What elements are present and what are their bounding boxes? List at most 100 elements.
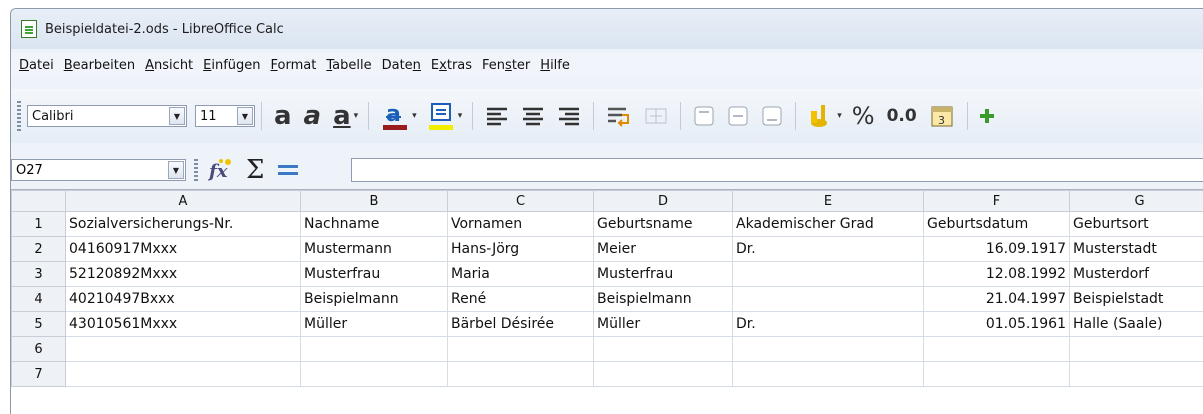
- cell-e6[interactable]: [733, 337, 924, 362]
- chevron-down-icon[interactable]: ▾: [458, 111, 463, 121]
- menu-item[interactable]: Fenster: [482, 58, 530, 73]
- font-name-box[interactable]: Calibri ▼: [27, 105, 187, 127]
- cell-a4[interactable]: 40210497Bxxx: [66, 287, 301, 312]
- cell-f3[interactable]: 12.08.1992: [924, 262, 1070, 287]
- wrap-text-icon[interactable]: [606, 105, 632, 127]
- cell-a7[interactable]: [66, 362, 301, 387]
- column-header-a[interactable]: A: [66, 191, 301, 212]
- add-decimal-icon[interactable]: [980, 105, 994, 127]
- cell-c7[interactable]: [448, 362, 594, 387]
- row-header[interactable]: 7: [12, 362, 66, 387]
- cell-b1[interactable]: Nachname: [301, 212, 448, 237]
- font-color-icon[interactable]: a: [381, 101, 409, 131]
- row-header[interactable]: 2: [12, 237, 66, 262]
- cell-d7[interactable]: [594, 362, 733, 387]
- cell-f5[interactable]: 01.05.1961: [924, 312, 1070, 337]
- column-header-b[interactable]: B: [301, 191, 448, 212]
- align-bottom-icon[interactable]: [761, 105, 783, 127]
- cell-g2[interactable]: Musterstadt: [1070, 237, 1203, 262]
- row-header[interactable]: 4: [12, 287, 66, 312]
- cell-b2[interactable]: Mustermann: [301, 237, 448, 262]
- menu-item[interactable]: Bearbeiten: [64, 58, 135, 73]
- cell-e2[interactable]: Dr.: [733, 237, 924, 262]
- chevron-down-icon[interactable]: ▼: [169, 107, 185, 125]
- align-left-icon[interactable]: [485, 105, 509, 127]
- cell-b7[interactable]: [301, 362, 448, 387]
- menu-item[interactable]: Hilfe: [540, 58, 570, 73]
- toolbar-grip[interactable]: [17, 101, 21, 131]
- cell-c2[interactable]: Hans-Jörg: [448, 237, 594, 262]
- row-header[interactable]: 5: [12, 312, 66, 337]
- bold-icon[interactable]: a: [274, 101, 292, 131]
- cell-g4[interactable]: Beispielstadt: [1070, 287, 1203, 312]
- cell-f2[interactable]: 16.09.1917: [924, 237, 1070, 262]
- cell-d3[interactable]: Musterfrau: [594, 262, 733, 287]
- chevron-down-icon[interactable]: ▼: [237, 107, 253, 125]
- cell-c3[interactable]: Maria: [448, 262, 594, 287]
- toolbar-grip[interactable]: [194, 159, 198, 181]
- cell-e1[interactable]: Akademischer Grad: [733, 212, 924, 237]
- cell-g1[interactable]: Geburtsort: [1070, 212, 1203, 237]
- cell-f4[interactable]: 21.04.1997: [924, 287, 1070, 312]
- menu-item[interactable]: Format: [271, 58, 317, 73]
- column-header-d[interactable]: D: [594, 191, 733, 212]
- cell-a5[interactable]: 43010561Mxxx: [66, 312, 301, 337]
- date-format-icon[interactable]: 3: [929, 103, 955, 129]
- cell-d1[interactable]: Geburtsname: [594, 212, 733, 237]
- italic-icon[interactable]: a: [304, 101, 322, 131]
- row-header[interactable]: 1: [12, 212, 66, 237]
- select-all-corner[interactable]: [12, 191, 66, 212]
- percent-format-icon[interactable]: %: [852, 102, 875, 130]
- equals-formula-icon[interactable]: [276, 160, 300, 180]
- cell-c6[interactable]: [448, 337, 594, 362]
- align-center-icon[interactable]: [521, 105, 545, 127]
- chevron-down-icon[interactable]: ▾: [837, 111, 842, 121]
- row-header[interactable]: 3: [12, 262, 66, 287]
- chevron-down-icon[interactable]: ▼: [168, 161, 184, 179]
- name-box[interactable]: O27 ▼: [11, 159, 186, 181]
- column-header-e[interactable]: E: [733, 191, 924, 212]
- cell-a1[interactable]: Sozialversicherungs-Nr.: [66, 212, 301, 237]
- menu-item[interactable]: Daten: [382, 58, 421, 73]
- align-right-icon[interactable]: [557, 105, 581, 127]
- font-size-box[interactable]: 11 ▼: [195, 105, 255, 127]
- cell-c4[interactable]: René: [448, 287, 594, 312]
- highlight-color-icon[interactable]: [427, 101, 455, 131]
- align-top-icon[interactable]: [693, 105, 715, 127]
- cell-d6[interactable]: [594, 337, 733, 362]
- cell-c1[interactable]: Vornamen: [448, 212, 594, 237]
- menu-item[interactable]: Einfügen: [203, 58, 260, 73]
- column-header-f[interactable]: F: [924, 191, 1070, 212]
- cell-g6[interactable]: [1070, 337, 1203, 362]
- cell-a6[interactable]: [66, 337, 301, 362]
- merge-cells-icon[interactable]: [644, 105, 668, 127]
- chevron-down-icon[interactable]: ▾: [412, 111, 417, 121]
- cell-f1[interactable]: Geburtsdatum: [924, 212, 1070, 237]
- menu-item[interactable]: Datei: [19, 58, 54, 73]
- decimal-format-icon[interactable]: 0.0: [887, 106, 917, 126]
- cell-f7[interactable]: [924, 362, 1070, 387]
- cell-e3[interactable]: [733, 262, 924, 287]
- cell-b4[interactable]: Beispielmann: [301, 287, 448, 312]
- cell-b6[interactable]: [301, 337, 448, 362]
- formula-input[interactable]: [351, 158, 1203, 182]
- menu-item[interactable]: Ansicht: [145, 58, 193, 73]
- menu-item[interactable]: Extras: [431, 58, 472, 73]
- underline-icon[interactable]: a: [333, 101, 351, 131]
- currency-format-icon[interactable]: [808, 103, 834, 129]
- row-header[interactable]: 6: [12, 337, 66, 362]
- cell-c5[interactable]: Bärbel Désirée: [448, 312, 594, 337]
- cell-g7[interactable]: [1070, 362, 1203, 387]
- cell-b5[interactable]: Müller: [301, 312, 448, 337]
- menu-item[interactable]: Tabelle: [326, 58, 371, 73]
- column-header-c[interactable]: C: [448, 191, 594, 212]
- cell-e7[interactable]: [733, 362, 924, 387]
- chevron-down-icon[interactable]: ▾: [354, 111, 359, 121]
- column-header-g[interactable]: G: [1070, 191, 1203, 212]
- cell-e5[interactable]: Dr.: [733, 312, 924, 337]
- cell-a3[interactable]: 52120892Mxxx: [66, 262, 301, 287]
- cell-f6[interactable]: [924, 337, 1070, 362]
- cell-a2[interactable]: 04160917Mxxx: [66, 237, 301, 262]
- cell-d5[interactable]: Müller: [594, 312, 733, 337]
- cell-d4[interactable]: Beispielmann: [594, 287, 733, 312]
